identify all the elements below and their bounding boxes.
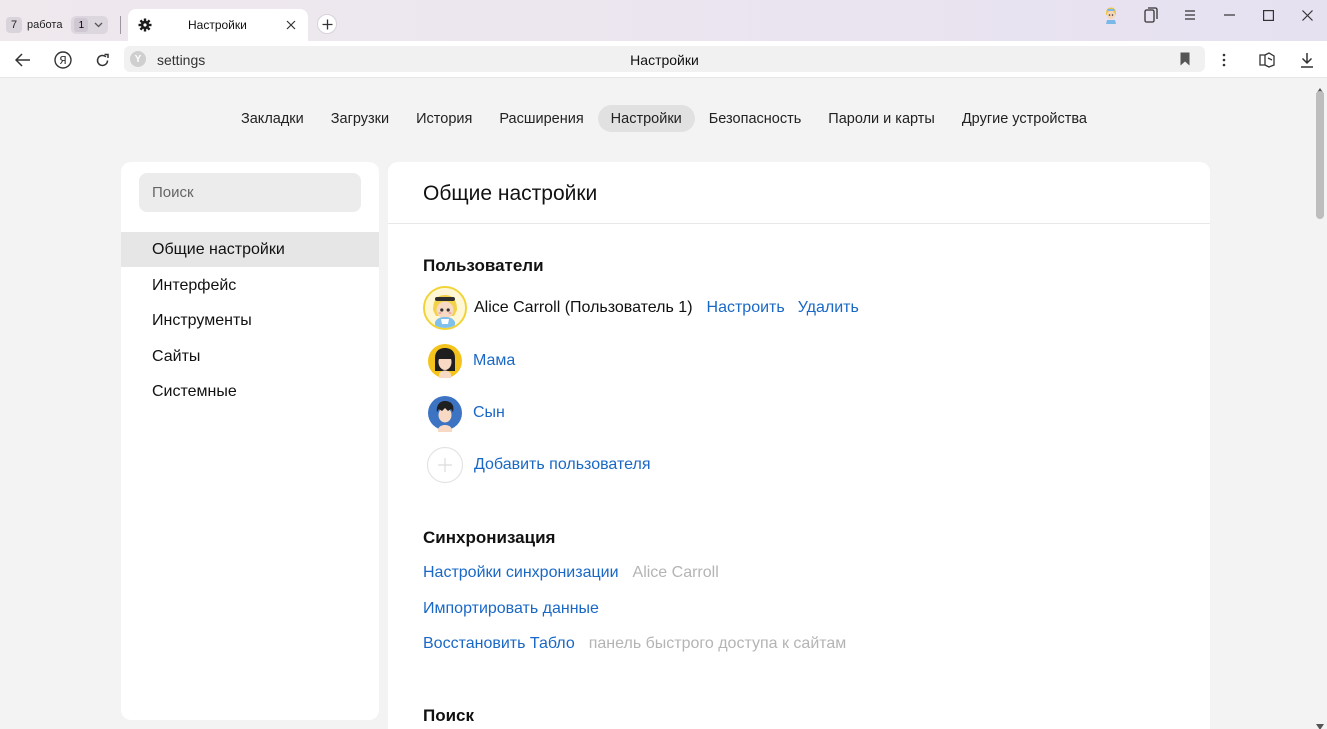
collections-icon[interactable]	[1141, 5, 1161, 25]
settings-top-nav: Закладки Загрузки История Расширения Нас…	[0, 105, 1327, 132]
profile-avatar-icon[interactable]	[1101, 5, 1121, 25]
minimize-icon[interactable]	[1219, 5, 1239, 25]
scroll-up-icon[interactable]	[1316, 81, 1324, 94]
sidebar-item-interface[interactable]: Интерфейс	[121, 268, 379, 303]
workspace-number: 7	[6, 17, 22, 33]
nav-passwords-cards[interactable]: Пароли и карты	[815, 105, 948, 132]
close-icon[interactable]	[284, 18, 298, 32]
tab-divider	[120, 16, 121, 34]
import-data-link[interactable]: Импортировать данные	[423, 600, 599, 618]
nav-extensions[interactable]: Расширения	[486, 105, 596, 132]
user-avatar	[423, 286, 467, 330]
user-avatar	[423, 339, 467, 383]
sync-settings-row: Настройки синхронизации Alice Carroll	[423, 564, 719, 582]
svg-text:Я: Я	[59, 54, 67, 67]
address-url: settings	[157, 52, 206, 68]
maximize-icon[interactable]	[1258, 5, 1278, 25]
sidebar-item-system[interactable]: Системные	[121, 374, 379, 409]
add-user-icon	[423, 443, 467, 487]
sidebar-item-tools[interactable]: Инструменты	[121, 303, 379, 338]
tab-bar: 7 работа 1 Настройки	[0, 0, 1327, 41]
tab-title: Настройки	[188, 18, 247, 32]
users-heading: Пользователи	[423, 256, 544, 275]
more-options-icon[interactable]	[1213, 49, 1235, 71]
content-header: Общие настройки	[388, 162, 1210, 224]
gear-icon	[138, 18, 152, 32]
import-data-row: Импортировать данные	[423, 600, 599, 618]
current-user-row: Alice Carroll (Пользователь 1) Настроить…	[423, 286, 859, 330]
chevron-down-icon	[91, 18, 105, 32]
settings-content: Общие настройки Пользователи Alice Carro…	[388, 162, 1210, 729]
add-user-button[interactable]: Добавить пользователя	[423, 443, 650, 487]
sidebar-item-general[interactable]: Общие настройки	[121, 232, 379, 267]
search-heading: Поиск	[423, 706, 475, 725]
workspace-switcher[interactable]: 7 работа 1	[6, 13, 109, 37]
address-page-title: Настройки	[630, 52, 699, 68]
user-name-mama[interactable]: Мама	[473, 352, 515, 370]
restore-tablo-link[interactable]: Восстановить Табло	[423, 635, 575, 653]
scroll-thumb[interactable]	[1316, 91, 1324, 219]
user-row-mama[interactable]: Мама	[423, 339, 515, 383]
configure-user-link[interactable]: Настроить	[707, 299, 785, 317]
yandex-home-button[interactable]: Я	[52, 49, 74, 71]
user-row-son[interactable]: Сын	[423, 391, 505, 435]
workspace-name: работа	[27, 19, 63, 31]
sync-heading: Синхронизация	[423, 528, 556, 547]
nav-security[interactable]: Безопасность	[696, 105, 815, 132]
user-name-son[interactable]: Сын	[473, 404, 505, 422]
address-bar[interactable]: Y settings Настройки	[124, 46, 1205, 72]
restore-tablo-hint: панель быстрого доступа к сайтам	[588, 635, 847, 652]
reload-icon[interactable]	[91, 49, 113, 71]
tab-count: 1	[74, 18, 89, 32]
delete-user-link[interactable]: Удалить	[798, 299, 859, 317]
back-button[interactable]	[12, 49, 34, 71]
extensions-icon[interactable]	[1256, 49, 1278, 71]
site-info-icon[interactable]: Y	[130, 51, 146, 67]
sidebar-item-sites[interactable]: Сайты	[121, 339, 379, 374]
downloads-icon[interactable]	[1296, 49, 1318, 71]
nav-settings[interactable]: Настройки	[597, 105, 695, 132]
nav-other-devices[interactable]: Другие устройства	[949, 105, 1100, 132]
new-tab-button[interactable]	[317, 14, 337, 34]
user-avatar	[423, 391, 467, 435]
page-title: Общие настройки	[423, 182, 598, 205]
settings-search-input[interactable]	[139, 173, 361, 212]
menu-icon[interactable]	[1180, 5, 1200, 25]
close-window-icon[interactable]	[1297, 5, 1317, 25]
nav-history[interactable]: История	[403, 105, 485, 132]
sync-settings-link[interactable]: Настройки синхронизации	[423, 564, 619, 582]
tab-settings[interactable]: Настройки	[128, 9, 308, 41]
page-scrollbar[interactable]	[1313, 78, 1327, 729]
sync-account: Alice Carroll	[632, 564, 719, 581]
nav-bookmarks[interactable]: Закладки	[228, 105, 317, 132]
nav-downloads[interactable]: Загрузки	[318, 105, 402, 132]
current-user-name: Alice Carroll (Пользователь 1)	[474, 299, 693, 316]
settings-sidebar: Общие настройки Интерфейс Инструменты Са…	[121, 162, 379, 720]
tab-count-badge[interactable]: 1	[71, 16, 109, 34]
restore-tablo-row: Восстановить Табло панель быстрого досту…	[423, 635, 846, 653]
add-user-label: Добавить пользователя	[474, 456, 651, 473]
toolbar: Я Y settings Настройки	[0, 41, 1327, 78]
bookmark-icon[interactable]	[1179, 52, 1193, 66]
scroll-down-icon[interactable]	[1316, 717, 1324, 729]
